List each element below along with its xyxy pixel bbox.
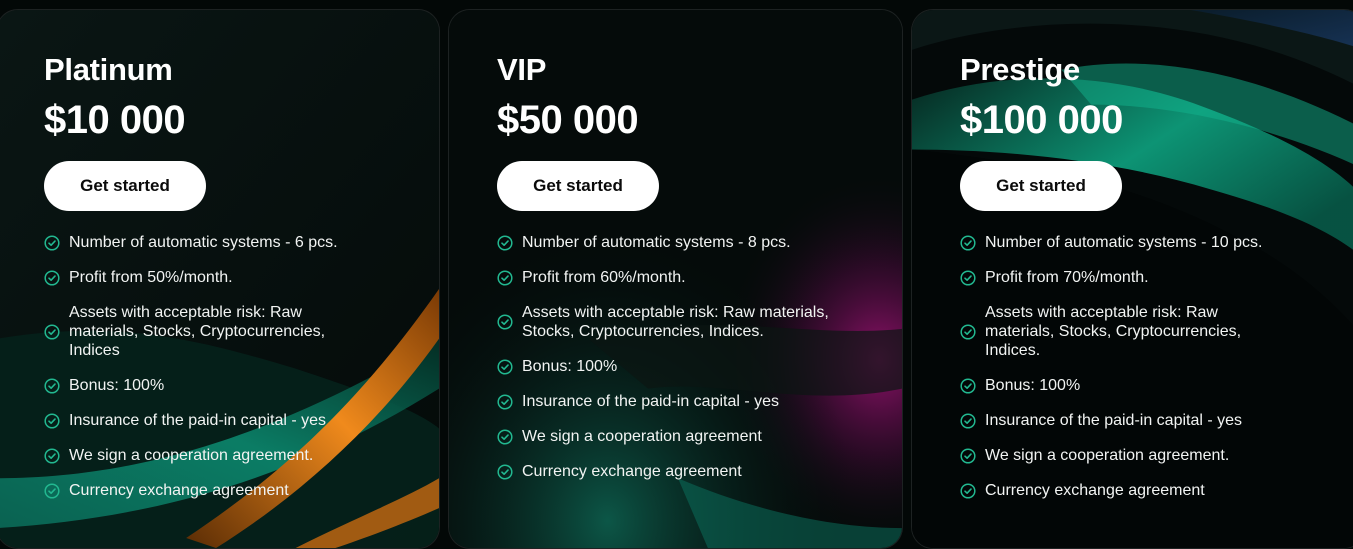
feature-item: We sign a cooperation agreement. — [960, 446, 1290, 465]
check-circle-icon — [497, 234, 513, 251]
feature-text: Assets with acceptable risk: Raw materia… — [69, 304, 326, 359]
check-circle-icon — [960, 234, 976, 251]
check-circle-icon — [497, 463, 513, 480]
plan-title: Prestige — [960, 52, 1080, 87]
check-circle-icon — [960, 482, 976, 499]
feature-text: Currency exchange agreement — [522, 463, 742, 480]
check-circle-icon — [44, 447, 60, 464]
feature-text: We sign a cooperation agreement. — [69, 447, 314, 464]
plan-title: Platinum — [44, 52, 173, 87]
feature-text: Number of automatic systems - 10 pcs. — [985, 234, 1263, 251]
check-circle-icon — [44, 323, 60, 340]
feature-list: Number of automatic systems - 6 pcs. Pro… — [44, 233, 384, 516]
feature-item: Assets with acceptable risk: Raw materia… — [497, 303, 877, 341]
feature-list: Number of automatic systems - 8 pcs. Pro… — [497, 233, 877, 497]
check-circle-icon — [497, 314, 513, 330]
feature-text: Currency exchange agreement — [69, 482, 289, 499]
check-circle-icon — [44, 269, 60, 286]
get-started-button[interactable]: Get started — [497, 161, 659, 211]
feature-item: Insurance of the paid-in capital - yes — [497, 392, 877, 411]
feature-item: Assets with acceptable risk: Raw materia… — [44, 303, 384, 360]
feature-item: Number of automatic systems - 8 pcs. — [497, 233, 877, 252]
get-started-button[interactable]: Get started — [960, 161, 1122, 211]
feature-text: Insurance of the paid-in capital - yes — [69, 412, 327, 429]
feature-text: Number of automatic systems - 6 pcs. — [69, 234, 338, 251]
feature-text: Assets with acceptable risk: Raw materia… — [985, 304, 1242, 359]
check-circle-icon — [497, 358, 513, 375]
feature-list: Number of automatic systems - 10 pcs. Pr… — [960, 233, 1290, 516]
feature-item: Bonus: 100% — [960, 376, 1290, 395]
feature-item: We sign a cooperation agreement. — [44, 446, 384, 465]
feature-item: Bonus: 100% — [497, 357, 877, 376]
feature-text: Assets with acceptable risk: Raw materia… — [522, 304, 829, 340]
feature-item: Bonus: 100% — [44, 376, 384, 395]
feature-text: Currency exchange agreement — [985, 482, 1205, 499]
feature-item: Number of automatic systems - 6 pcs. — [44, 233, 384, 252]
pricing-card-vip: VIP $50 000 Get started Number of automa… — [448, 9, 903, 549]
check-circle-icon — [497, 393, 513, 410]
feature-text: Bonus: 100% — [69, 377, 165, 394]
plan-price: $50 000 — [497, 98, 639, 142]
feature-item: Profit from 60%/month. — [497, 268, 877, 287]
check-circle-icon — [44, 482, 60, 499]
check-circle-icon — [44, 377, 60, 394]
check-circle-icon — [44, 234, 60, 251]
check-circle-icon — [960, 269, 976, 286]
feature-text: Profit from 60%/month. — [522, 269, 686, 286]
feature-text: Bonus: 100% — [985, 377, 1081, 394]
check-circle-icon — [497, 428, 513, 445]
feature-text: We sign a cooperation agreement. — [985, 447, 1230, 464]
pricing-card-platinum: Platinum $10 000 Get started Number of a… — [0, 9, 440, 549]
get-started-button[interactable]: Get started — [44, 161, 206, 211]
feature-item: Profit from 70%/month. — [960, 268, 1290, 287]
feature-text: Profit from 70%/month. — [985, 269, 1149, 286]
plan-price: $100 000 — [960, 98, 1123, 142]
feature-item: Profit from 50%/month. — [44, 268, 384, 287]
feature-text: We sign a cooperation agreement — [522, 428, 762, 445]
feature-text: Insurance of the paid-in capital - yes — [985, 412, 1243, 429]
feature-text: Insurance of the paid-in capital - yes — [522, 393, 780, 410]
feature-item: Currency exchange agreement — [44, 481, 384, 500]
feature-text: Bonus: 100% — [522, 358, 618, 375]
check-circle-icon — [960, 323, 976, 340]
feature-item: Currency exchange agreement — [497, 462, 877, 481]
check-circle-icon — [960, 377, 976, 394]
feature-item: Assets with acceptable risk: Raw materia… — [960, 303, 1290, 360]
feature-text: Number of automatic systems - 8 pcs. — [522, 234, 791, 251]
plan-title: VIP — [497, 52, 547, 87]
pricing-card-prestige: Prestige $100 000 Get started Number of … — [911, 9, 1353, 549]
check-circle-icon — [960, 447, 976, 464]
check-circle-icon — [960, 412, 976, 429]
check-circle-icon — [497, 269, 513, 286]
plan-price: $10 000 — [44, 98, 186, 142]
feature-item: Insurance of the paid-in capital - yes — [44, 411, 384, 430]
feature-item: Number of automatic systems - 10 pcs. — [960, 233, 1290, 252]
feature-item: Insurance of the paid-in capital - yes — [960, 411, 1290, 430]
feature-item: Currency exchange agreement — [960, 481, 1290, 500]
feature-item: We sign a cooperation agreement — [497, 427, 877, 446]
feature-text: Profit from 50%/month. — [69, 269, 233, 286]
check-circle-icon — [44, 412, 60, 429]
